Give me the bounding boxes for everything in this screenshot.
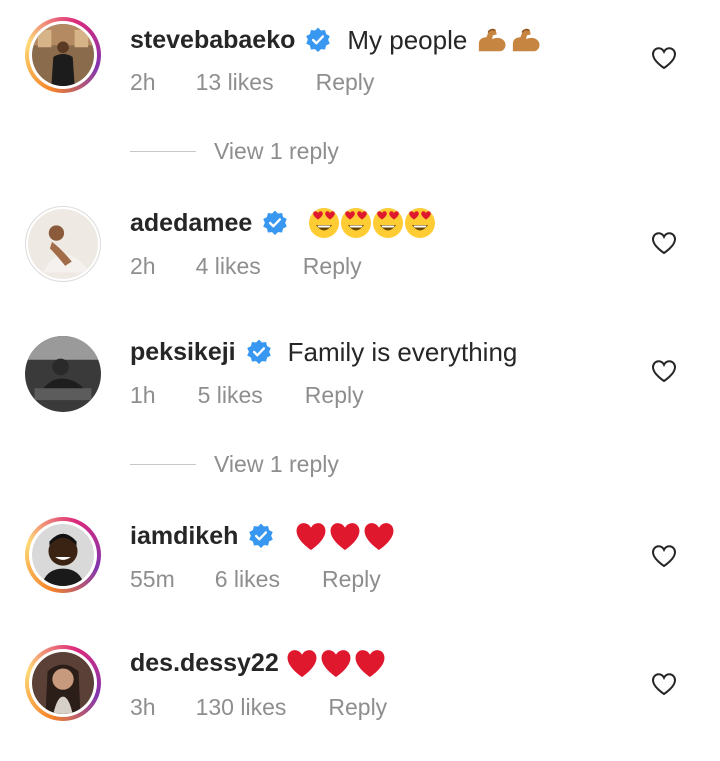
reply-button[interactable]: Reply (305, 382, 364, 409)
comment-time: 1h (130, 382, 156, 408)
heart-eyes-emoji (308, 207, 436, 239)
avatar[interactable] (25, 336, 101, 412)
comment-time: 2h (130, 253, 156, 279)
red-heart-icon (294, 521, 328, 552)
username[interactable]: stevebabaeko (130, 26, 295, 55)
heart-eyes-icon (340, 207, 372, 239)
like-count[interactable]: 4 likes (196, 253, 261, 280)
comment-meta: 2h 13 likes Reply (130, 69, 374, 96)
comment-time: 3h (130, 694, 156, 720)
avatar-ring-inner (29, 649, 97, 717)
heart-eyes-icon (404, 207, 436, 239)
comment-meta: 55m 6 likes Reply (130, 566, 381, 593)
comment-text: Family is everything (287, 336, 518, 367)
comment-header: adedamee (130, 205, 436, 241)
verified-badge-icon (305, 27, 331, 53)
flexed-biceps-emoji (475, 25, 543, 55)
avatar-ring-inner (28, 209, 98, 279)
view-replies-link[interactable]: View 1 reply (130, 451, 339, 478)
red-heart-emoji (285, 648, 387, 679)
avatar-ring-inner (29, 21, 97, 89)
like-heart-icon[interactable] (651, 672, 677, 696)
comment-meta: 1h 5 likes Reply (130, 382, 364, 409)
avatar[interactable] (25, 645, 101, 721)
avatar-ring-inner (29, 521, 97, 589)
reply-button[interactable]: Reply (328, 694, 387, 721)
username[interactable]: iamdikeh (130, 522, 238, 551)
avatar-photo-graphic (28, 209, 98, 279)
heart-eyes-icon (308, 207, 340, 239)
view-replies-label: View 1 reply (214, 451, 339, 477)
like-heart-icon[interactable] (651, 359, 677, 383)
username[interactable]: des.dessy22 (130, 649, 279, 678)
avatar-photo (32, 652, 94, 714)
red-heart-icon (328, 521, 362, 552)
comment-header: des.dessy22 (130, 645, 387, 681)
red-heart-icon (362, 521, 396, 552)
avatar-photo (32, 524, 94, 586)
verified-badge-icon (248, 523, 274, 549)
flexed-biceps-icon (475, 25, 509, 55)
view-replies-link[interactable]: View 1 reply (130, 138, 339, 165)
avatar-photo (25, 336, 101, 412)
username[interactable]: peksikeji (130, 338, 236, 367)
comment-meta: 3h 130 likes Reply (130, 694, 387, 721)
divider-line (130, 151, 196, 152)
red-heart-icon (319, 648, 353, 679)
comment-text: My people (347, 24, 468, 55)
verified-badge-icon (246, 339, 272, 365)
comment-header: iamdikeh (130, 518, 396, 554)
like-count[interactable]: 13 likes (196, 69, 274, 96)
view-replies-label: View 1 reply (214, 138, 339, 164)
comment-time: 55m (130, 566, 175, 592)
avatar-ring-inner (25, 336, 101, 412)
comment-header: stevebabaeko My people (130, 22, 543, 58)
comment-header: peksikeji Family is everything (130, 334, 517, 370)
like-count[interactable]: 5 likes (198, 382, 263, 409)
like-heart-icon[interactable] (651, 231, 677, 255)
avatar-photo-graphic (32, 652, 94, 714)
heart-eyes-icon (372, 207, 404, 239)
reply-button[interactable]: Reply (303, 253, 362, 280)
avatar-photo-graphic (32, 524, 94, 586)
like-heart-icon[interactable] (651, 544, 677, 568)
username[interactable]: adedamee (130, 209, 252, 238)
reply-button[interactable]: Reply (316, 69, 375, 96)
comment-meta: 2h 4 likes Reply (130, 253, 362, 280)
comment-time: 2h (130, 69, 156, 95)
avatar[interactable] (25, 17, 101, 93)
like-count[interactable]: 130 likes (196, 694, 287, 721)
red-heart-emoji (294, 521, 396, 552)
flexed-biceps-icon (509, 25, 543, 55)
red-heart-icon (353, 648, 387, 679)
avatar-photo (28, 209, 98, 279)
red-heart-icon (285, 648, 319, 679)
verified-badge-icon (262, 210, 288, 236)
reply-button[interactable]: Reply (322, 566, 381, 593)
like-heart-icon[interactable] (651, 46, 677, 70)
avatar-photo (32, 24, 94, 86)
avatar[interactable] (25, 517, 101, 593)
avatar[interactable] (25, 206, 101, 282)
avatar-photo-graphic (32, 24, 94, 86)
avatar-photo-graphic (25, 336, 101, 412)
like-count[interactable]: 6 likes (215, 566, 280, 593)
divider-line (130, 464, 196, 465)
